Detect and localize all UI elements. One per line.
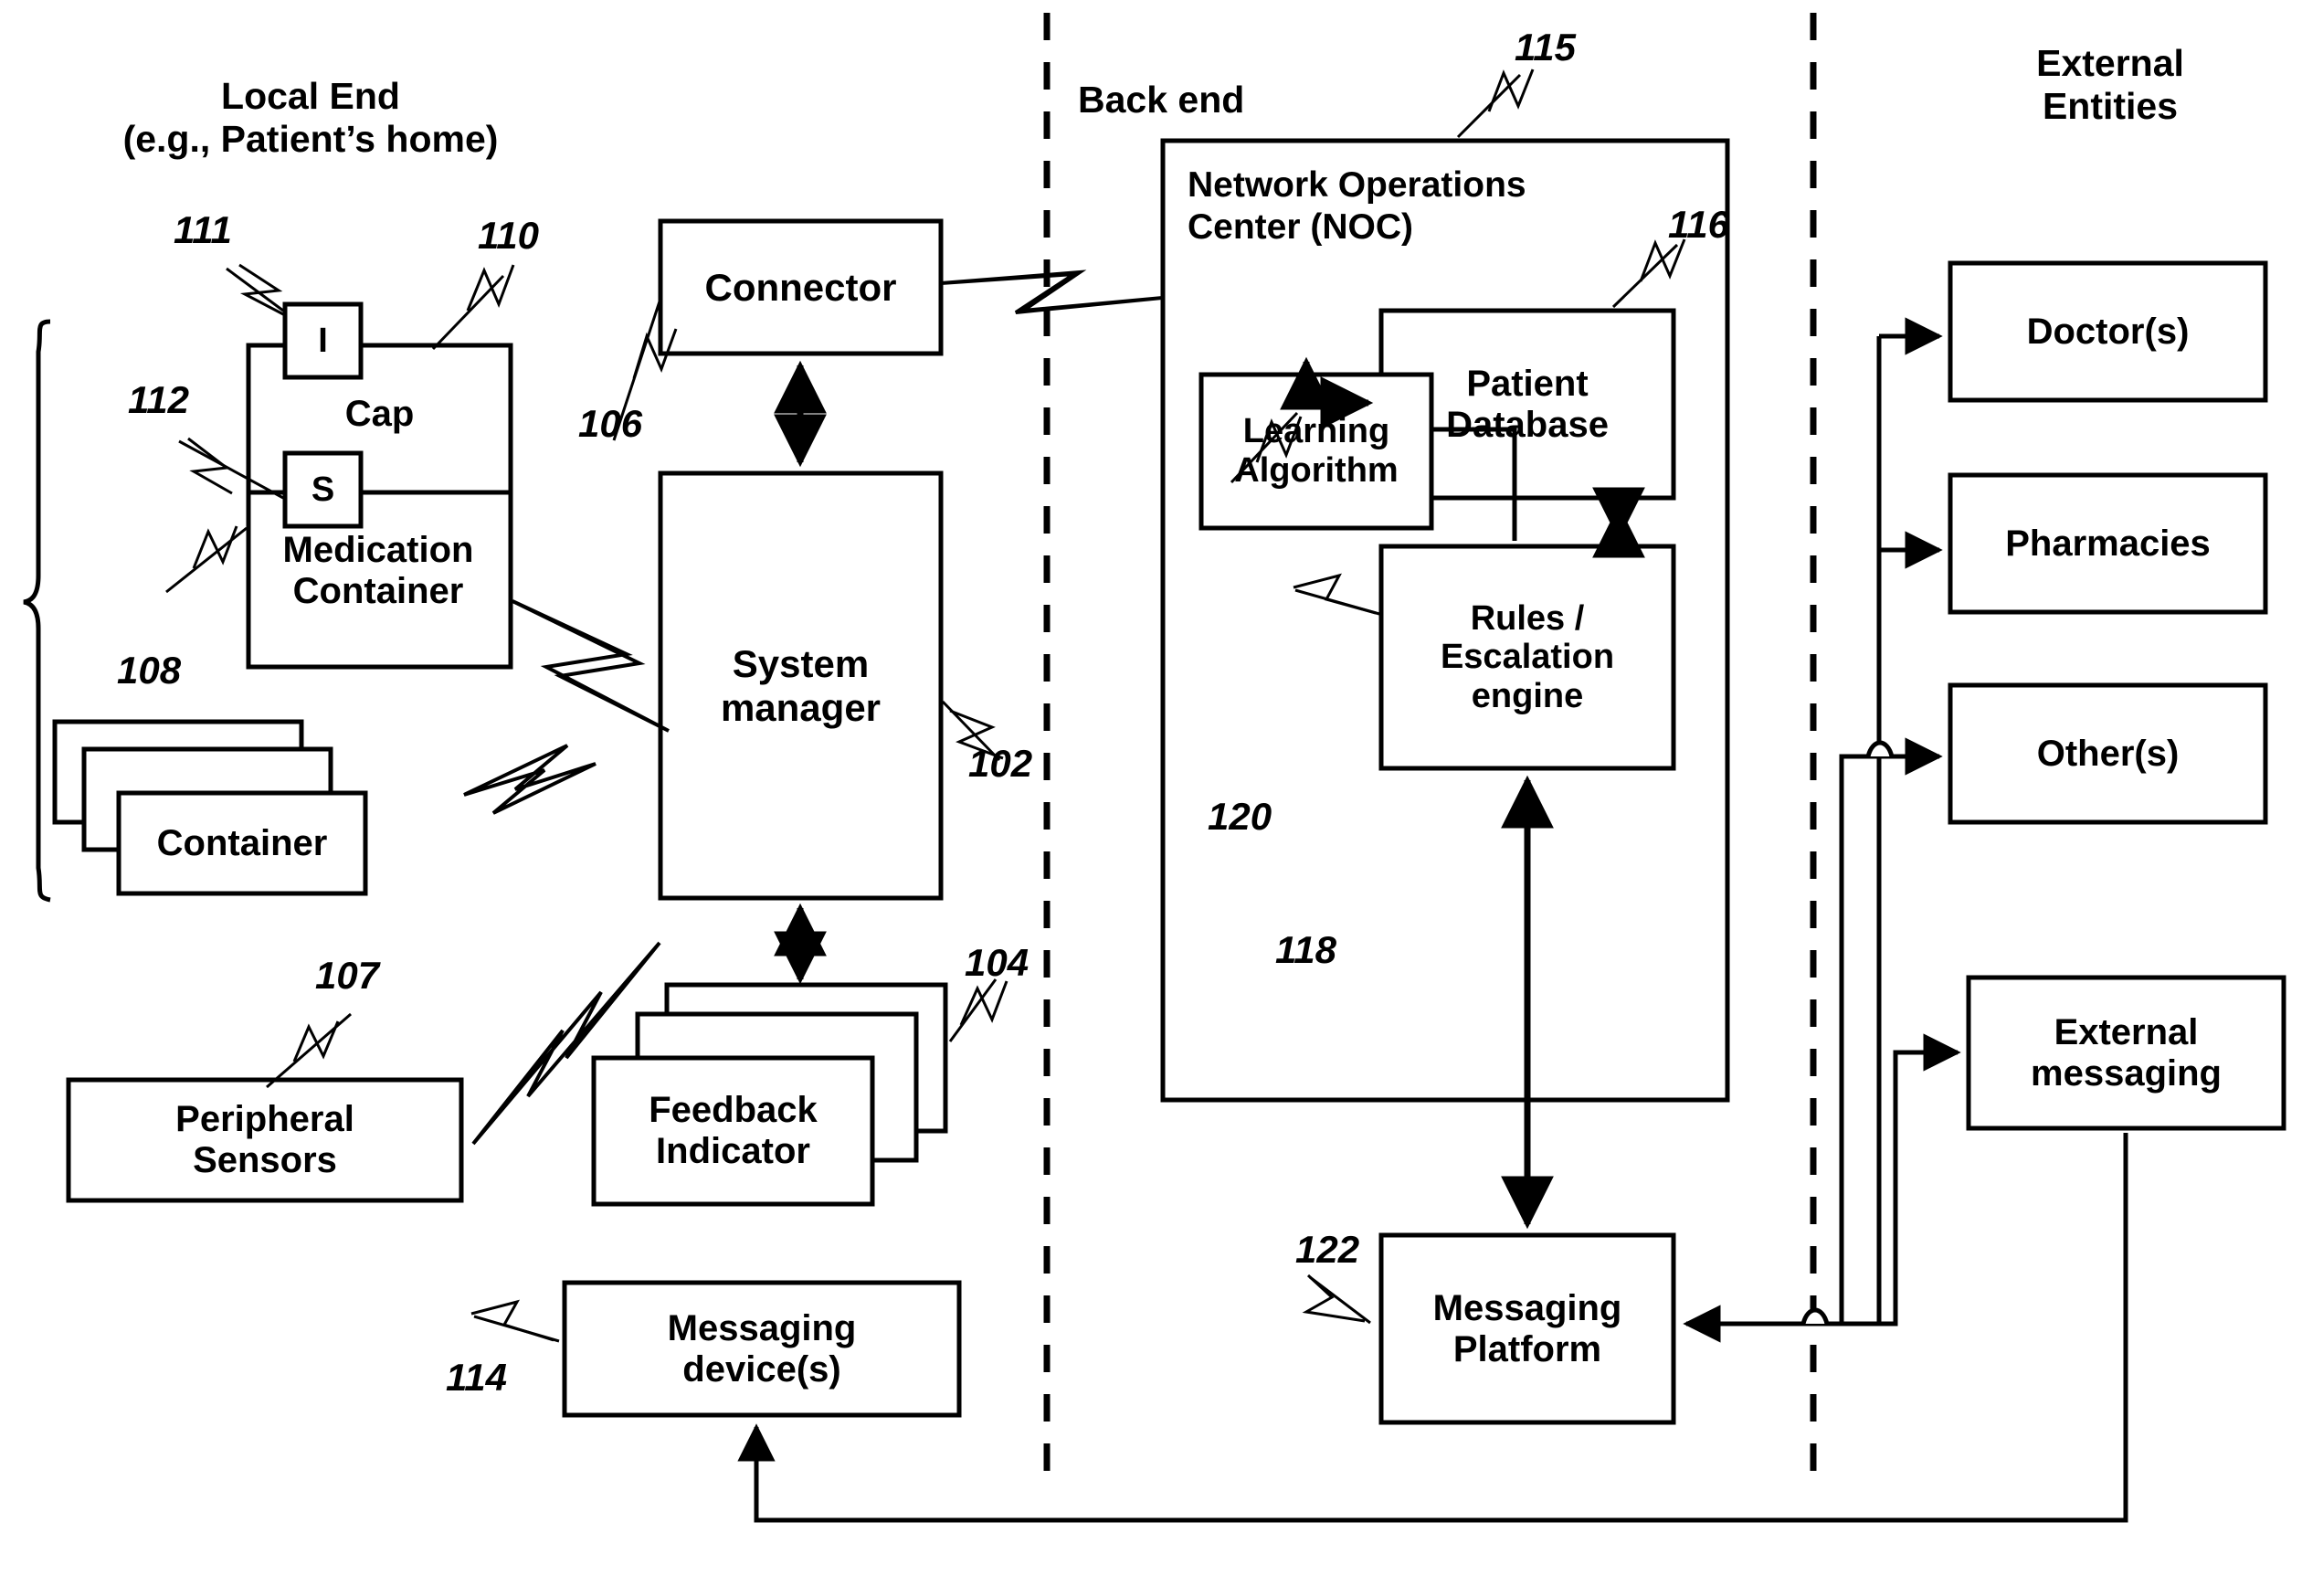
- ref-116: 116: [1668, 203, 1729, 246]
- pharmacies-box: [1948, 472, 2268, 615]
- others-box: [1948, 682, 2268, 825]
- noc-title-line2: Center (NOC): [1188, 207, 1414, 248]
- ref-115: 115: [1515, 26, 1576, 69]
- ref-118: 118: [1275, 928, 1336, 971]
- learning-algorithm-box: [1198, 372, 1434, 531]
- wire-hop-divider-messaging: [1800, 1307, 1830, 1325]
- leader-110: [431, 274, 505, 351]
- doctors-box: [1948, 260, 2268, 403]
- figure-canvas: Local End (e.g., Patient’s home) Back en…: [0, 0, 2323, 1596]
- bus-external-messaging: [1845, 1050, 1958, 1326]
- ref-108: 108: [117, 649, 182, 692]
- leader-112-squiggle: [187, 437, 233, 495]
- ref-107: 107: [315, 954, 380, 997]
- ref-104: 104: [965, 941, 1030, 984]
- messaging-devices-box: [562, 1280, 962, 1418]
- ref-120: 120: [1208, 795, 1272, 838]
- messaging-platform-box: [1378, 1232, 1676, 1425]
- local-end-title-line2: (e.g., Patient’s home): [122, 118, 499, 161]
- leader-110-squiggle: [466, 264, 515, 312]
- leader-107-squiggle: [292, 1020, 340, 1062]
- ref-106: 106: [578, 402, 643, 445]
- feedback-indicator-box: [591, 1055, 875, 1207]
- wireless-bolt-connector-noc: [940, 270, 1163, 314]
- bus-external-vertical-second: [1839, 754, 1923, 1326]
- connector-box: [658, 218, 944, 356]
- peripheral-sensors-box: [66, 1077, 464, 1203]
- local-end-title-line1: Local End: [221, 75, 400, 117]
- wireless-bolt-container: [463, 744, 597, 815]
- ref-122: 122: [1295, 1228, 1360, 1271]
- noc-title-line1: Network Operations: [1188, 165, 1526, 205]
- external-messaging-box: [1966, 975, 2286, 1131]
- external-entities-title-line2: Entities: [2042, 85, 2179, 128]
- leader-108-squiggle: [192, 525, 238, 569]
- sensor-box: [282, 450, 364, 529]
- system-manager-box: [658, 470, 944, 901]
- leader-115-squiggle: [1487, 69, 1535, 112]
- ref-111: 111: [174, 208, 232, 251]
- bus-external-vertical-main: [1845, 336, 1882, 1326]
- ref-110: 110: [478, 214, 539, 257]
- external-entities-title-line1: External: [2036, 42, 2184, 84]
- section-title-local-end: Local End (e.g., Patient’s home): [91, 75, 530, 161]
- wireless-bolt-medication: [512, 599, 670, 733]
- ref-114: 114: [446, 1356, 507, 1399]
- rules-engine-box: [1378, 544, 1676, 771]
- leader-114-squiggle: [470, 1299, 554, 1342]
- ref-102: 102: [968, 742, 1033, 785]
- back-end-title: Back end: [1078, 79, 1245, 121]
- section-title-external-entities: External Entities: [1927, 42, 2293, 128]
- wire-hop-others: [1865, 740, 1895, 757]
- ref-112: 112: [128, 378, 189, 421]
- leader-115: [1456, 73, 1522, 139]
- container-group-brace: [23, 319, 51, 903]
- container-stack-front: [116, 790, 368, 896]
- diagram-vector-layer: [23, 13, 2286, 1523]
- noc-title: Network Operations Center (NOC): [1188, 164, 1663, 248]
- indicator-box: [282, 301, 364, 380]
- section-title-back-end: Back end: [1078, 79, 1352, 122]
